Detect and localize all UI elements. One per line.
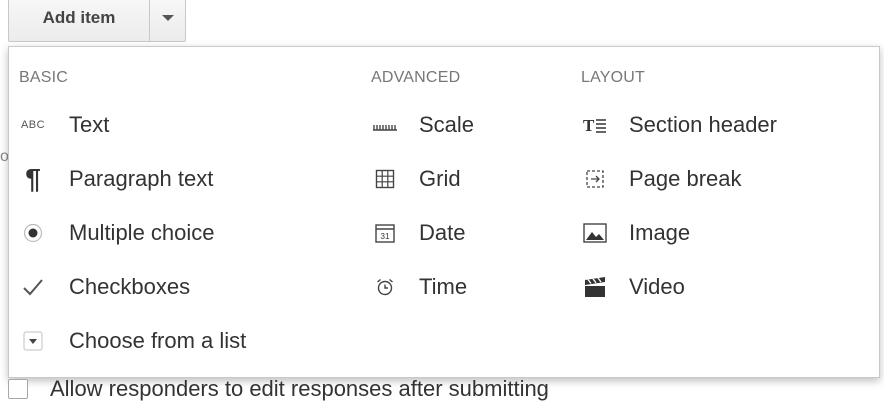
menu-item-label: Choose from a list xyxy=(69,328,247,353)
menu-item-scale[interactable]: Scale xyxy=(361,105,571,145)
menu-item-section-header[interactable]: T Section header xyxy=(571,105,871,145)
add-item-button[interactable]: Add item xyxy=(8,0,186,42)
column-title-advanced: ADVANCED xyxy=(371,69,461,86)
menu-item-video[interactable]: Video xyxy=(571,267,871,307)
chevron-down-icon xyxy=(161,15,174,21)
menu-item-date[interactable]: 31 Date xyxy=(361,213,571,253)
menu-item-label: Time xyxy=(419,274,468,299)
menu-item-grid[interactable]: Grid xyxy=(361,159,571,199)
allow-edit-label: Allow responders to edit responses after… xyxy=(50,376,549,401)
menu-item-checkboxes[interactable]: Checkboxes xyxy=(9,267,359,307)
video-icon xyxy=(575,273,615,301)
alarm-clock-icon xyxy=(365,273,405,301)
menu-item-label: Checkboxes xyxy=(69,274,191,299)
menu-item-label: Video xyxy=(629,274,685,299)
allow-edit-setting[interactable]: Allow responders to edit responses after… xyxy=(8,374,549,404)
menu-item-time[interactable]: Time xyxy=(361,267,571,307)
abc-text-icon: ABC xyxy=(20,119,46,131)
menu-item-label: Page break xyxy=(629,166,742,191)
page-break-icon xyxy=(575,165,615,193)
menu-item-label: Date xyxy=(419,220,466,245)
menu-item-text[interactable]: ABC Text xyxy=(9,105,359,145)
allow-edit-checkbox[interactable] xyxy=(8,379,28,399)
menu-item-label: Section header xyxy=(629,112,777,137)
scale-icon xyxy=(365,111,405,139)
menu-item-label: Paragraph text xyxy=(69,166,214,191)
section-header-icon: T xyxy=(575,111,615,139)
svg-text:T: T xyxy=(583,116,595,134)
menu-item-label: Scale xyxy=(419,112,475,137)
calendar-icon: 31 xyxy=(365,219,405,247)
menu-item-label: Image xyxy=(629,220,691,245)
menu-item-label: Grid xyxy=(419,166,461,191)
menu-item-choose-from-list[interactable]: Choose from a list xyxy=(9,321,359,361)
image-icon xyxy=(575,219,615,247)
add-item-label[interactable]: Add item xyxy=(9,0,150,41)
svg-text:31: 31 xyxy=(381,232,390,241)
dropdown-icon xyxy=(13,327,53,355)
menu-item-paragraph-text[interactable]: ¶ Paragraph text xyxy=(9,159,359,199)
checkmark-icon xyxy=(13,273,53,301)
pilcrow-icon: ¶ xyxy=(25,163,41,194)
menu-item-page-break[interactable]: Page break xyxy=(571,159,871,199)
menu-item-label: Multiple choice xyxy=(69,220,215,245)
grid-icon xyxy=(365,165,405,193)
menu-item-multiple-choice[interactable]: Multiple choice xyxy=(9,213,359,253)
menu-item-label: Text xyxy=(69,112,110,137)
add-item-dropdown-toggle[interactable] xyxy=(150,0,185,41)
menu-item-image[interactable]: Image xyxy=(571,213,871,253)
radio-icon xyxy=(13,219,53,247)
add-item-menu: BASIC ABC Text ¶ Paragraph text Multiple… xyxy=(8,46,880,378)
column-title-layout: LAYOUT xyxy=(581,69,646,86)
column-title-basic: BASIC xyxy=(19,69,69,86)
